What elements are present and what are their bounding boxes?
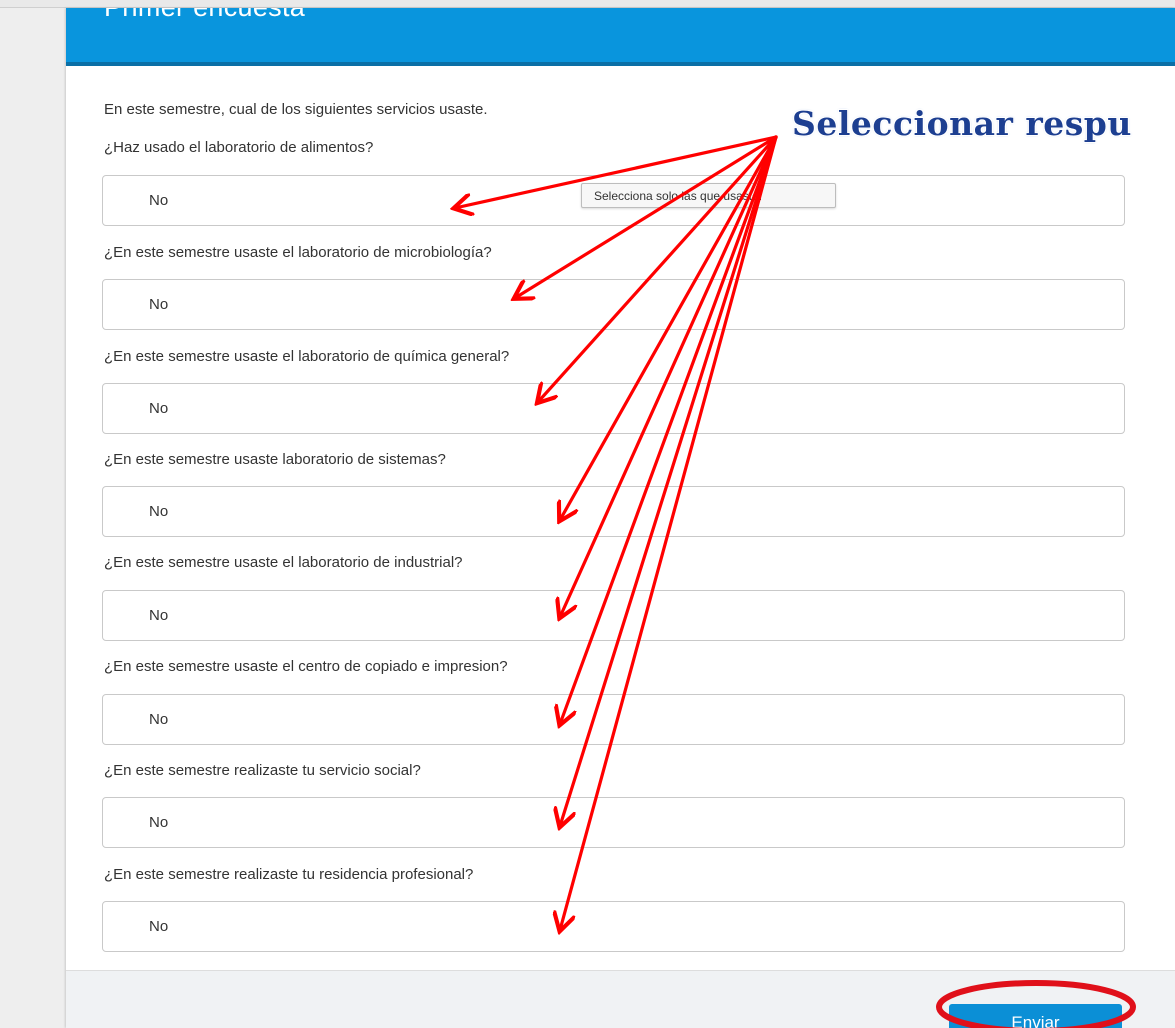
question-label: ¿Haz usado el laboratorio de alimentos? — [104, 139, 374, 156]
question-label: ¿En este semestre usaste el centro de co… — [104, 658, 508, 675]
answer-select-quimica-general[interactable]: No — [102, 383, 1125, 434]
modal-header: Primer encuesta — [66, 8, 1175, 66]
answer-select-copiado[interactable]: No — [102, 694, 1125, 745]
question-label: ¿En este semestre realizaste tu servicio… — [104, 762, 421, 779]
question-label: ¿En este semestre usaste el laboratorio … — [104, 554, 463, 571]
submit-button-label: Enviar — [1011, 1013, 1060, 1028]
answer-value: No — [149, 503, 169, 520]
question-label: ¿En este semestre usaste el laboratorio … — [104, 244, 492, 261]
question-label: ¿En este semestre usaste el laboratorio … — [104, 348, 510, 365]
answer-value: No — [149, 918, 169, 935]
annotation-text: Seleccionar respu — [792, 104, 1132, 143]
modal-title: Primer encuesta — [104, 8, 305, 23]
answer-select-sistemas[interactable]: No — [102, 486, 1125, 537]
survey-modal: Primer encuesta En este semestre, cual d… — [66, 8, 1175, 1028]
answer-value: No — [149, 711, 169, 728]
answer-value: No — [149, 814, 169, 831]
answer-value: No — [149, 296, 169, 313]
answer-select-residencia[interactable]: No — [102, 901, 1125, 952]
answer-select-industrial[interactable]: No — [102, 590, 1125, 641]
tooltip: Selecciona solo las que usaste. — [581, 183, 836, 208]
question-label: ¿En este semestre realizaste tu residenc… — [104, 866, 474, 883]
answer-value: No — [149, 607, 169, 624]
modal-footer: Enviar — [66, 970, 1175, 1028]
question-label: ¿En este semestre usaste laboratorio de … — [104, 451, 446, 468]
answer-value: No — [149, 192, 169, 209]
page-background — [0, 8, 66, 1028]
survey-intro: En este semestre, cual de los siguientes… — [104, 101, 488, 118]
answer-select-servicio-social[interactable]: No — [102, 797, 1125, 848]
answer-select-microbiologia[interactable]: No — [102, 279, 1125, 330]
submit-button[interactable]: Enviar — [949, 1004, 1122, 1028]
answer-value: No — [149, 400, 169, 417]
